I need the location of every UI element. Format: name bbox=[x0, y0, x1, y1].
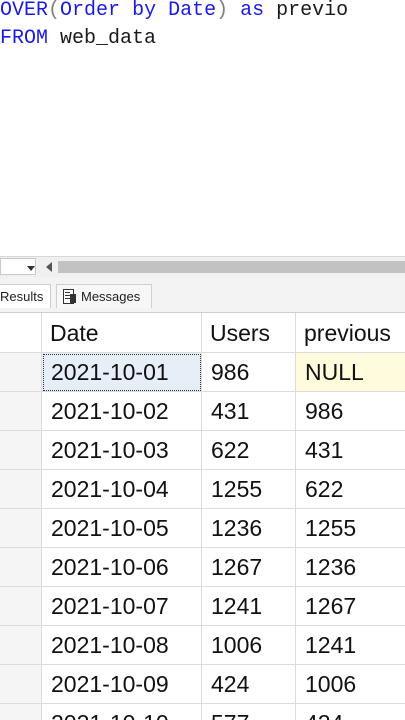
cell-users[interactable]: 1255 bbox=[202, 470, 296, 509]
cell-date[interactable]: 2021-10-10 bbox=[42, 704, 202, 720]
cell-date[interactable]: 2021-10-03 bbox=[42, 431, 202, 470]
tab-messages[interactable]: Messages bbox=[56, 284, 152, 308]
cell-users[interactable]: 424 bbox=[202, 665, 296, 704]
column-header-users[interactable]: Users bbox=[202, 313, 296, 353]
grid-header-row: Date Users previous bbox=[0, 313, 405, 353]
keyword-from: FROM bbox=[0, 27, 49, 50]
messages-icon bbox=[61, 289, 76, 305]
cell-users[interactable]: 1267 bbox=[202, 548, 296, 587]
cell-previous[interactable]: 431 bbox=[296, 431, 405, 470]
row-number-cell[interactable] bbox=[0, 548, 42, 587]
cell-date[interactable]: 2021-10-04 bbox=[42, 470, 202, 509]
row-number-cell[interactable] bbox=[0, 587, 42, 626]
table-row[interactable]: 2021-10-09 424 1006 bbox=[0, 665, 405, 704]
scroll-left-icon[interactable] bbox=[46, 262, 52, 272]
sql-editor[interactable]: OVER(Order by Date) as previo FROM web_d… bbox=[0, 0, 405, 255]
column-alias: previo bbox=[276, 0, 349, 22]
cell-previous[interactable]: 1255 bbox=[296, 509, 405, 548]
table-row[interactable]: 2021-10-05 1236 1255 bbox=[0, 509, 405, 548]
cell-users[interactable]: 1241 bbox=[202, 587, 296, 626]
table-row[interactable]: 2021-10-04 1255 622 bbox=[0, 470, 405, 509]
cell-date[interactable]: 2021-10-01 bbox=[42, 353, 202, 392]
table-row[interactable]: 2021-10-07 1241 1267 bbox=[0, 587, 405, 626]
keyword-date: Date bbox=[168, 0, 217, 22]
results-tab-strip: Results Messages bbox=[0, 277, 405, 313]
row-number-cell[interactable] bbox=[0, 509, 42, 548]
table-row[interactable]: 2021-10-03 622 431 bbox=[0, 431, 405, 470]
cell-users[interactable]: 577 bbox=[202, 704, 296, 720]
zoom-dropdown[interactable] bbox=[0, 258, 36, 275]
results-grid[interactable]: Date Users previous 2021-10-01 986 NULL … bbox=[0, 313, 405, 720]
row-number-cell[interactable] bbox=[0, 665, 42, 704]
row-number-cell[interactable] bbox=[0, 470, 42, 509]
row-number-cell[interactable] bbox=[0, 392, 42, 431]
cell-users[interactable]: 431 bbox=[202, 392, 296, 431]
cell-users[interactable]: 1006 bbox=[202, 626, 296, 665]
keyword-order: Order bbox=[60, 0, 121, 22]
cell-date[interactable]: 2021-10-02 bbox=[42, 392, 202, 431]
cell-previous[interactable]: 1006 bbox=[296, 665, 405, 704]
row-number-header[interactable] bbox=[0, 313, 42, 353]
cell-previous[interactable]: 1241 bbox=[296, 626, 405, 665]
cell-date[interactable]: 2021-10-09 bbox=[42, 665, 202, 704]
paren-open: ( bbox=[48, 0, 61, 22]
cell-users[interactable]: 986 bbox=[202, 353, 296, 392]
horizontal-scrollbar[interactable] bbox=[0, 256, 405, 277]
table-row[interactable]: 2021-10-02 431 986 bbox=[0, 392, 405, 431]
row-number-cell[interactable] bbox=[0, 626, 42, 665]
row-number-cell[interactable] bbox=[0, 704, 42, 720]
table-row[interactable]: 2021-10-08 1006 1241 bbox=[0, 626, 405, 665]
keyword-over: OVER bbox=[0, 0, 49, 22]
tab-messages-label: Messages bbox=[81, 289, 141, 304]
code-line-2: FROM web_data bbox=[0, 26, 156, 52]
cell-date[interactable]: 2021-10-08 bbox=[42, 626, 202, 665]
column-header-previous[interactable]: previous bbox=[296, 313, 405, 353]
cell-previous[interactable]: 622 bbox=[296, 470, 405, 509]
paren-close: ) bbox=[216, 0, 229, 22]
cell-previous[interactable]: 1267 bbox=[296, 587, 405, 626]
table-row[interactable]: 2021-10-06 1267 1236 bbox=[0, 548, 405, 587]
cell-users[interactable]: 1236 bbox=[202, 509, 296, 548]
table-row[interactable]: 2021-10-10 577 424 bbox=[0, 704, 405, 720]
cell-previous[interactable]: 1236 bbox=[296, 548, 405, 587]
chevron-down-icon bbox=[27, 266, 35, 271]
cell-date[interactable]: 2021-10-07 bbox=[42, 587, 202, 626]
code-line-1: OVER(Order by Date) as previo bbox=[0, 0, 348, 24]
tab-results-label: Results bbox=[0, 289, 44, 304]
cell-previous[interactable]: 424 bbox=[296, 704, 405, 720]
cell-previous[interactable]: NULL bbox=[296, 353, 405, 392]
cell-users[interactable]: 622 bbox=[202, 431, 296, 470]
scrollbar-thumb[interactable] bbox=[58, 261, 405, 273]
row-number-cell[interactable] bbox=[0, 353, 42, 392]
tab-results[interactable]: Results bbox=[0, 284, 51, 308]
table-row[interactable]: 2021-10-01 986 NULL bbox=[0, 353, 405, 392]
column-header-date[interactable]: Date bbox=[42, 313, 202, 353]
table-name: web_data bbox=[60, 27, 157, 50]
cell-previous[interactable]: 986 bbox=[296, 392, 405, 431]
row-number-cell[interactable] bbox=[0, 431, 42, 470]
keyword-by: by bbox=[132, 0, 157, 22]
cell-date[interactable]: 2021-10-05 bbox=[42, 509, 202, 548]
keyword-as: as bbox=[240, 0, 265, 22]
cell-date[interactable]: 2021-10-06 bbox=[42, 548, 202, 587]
